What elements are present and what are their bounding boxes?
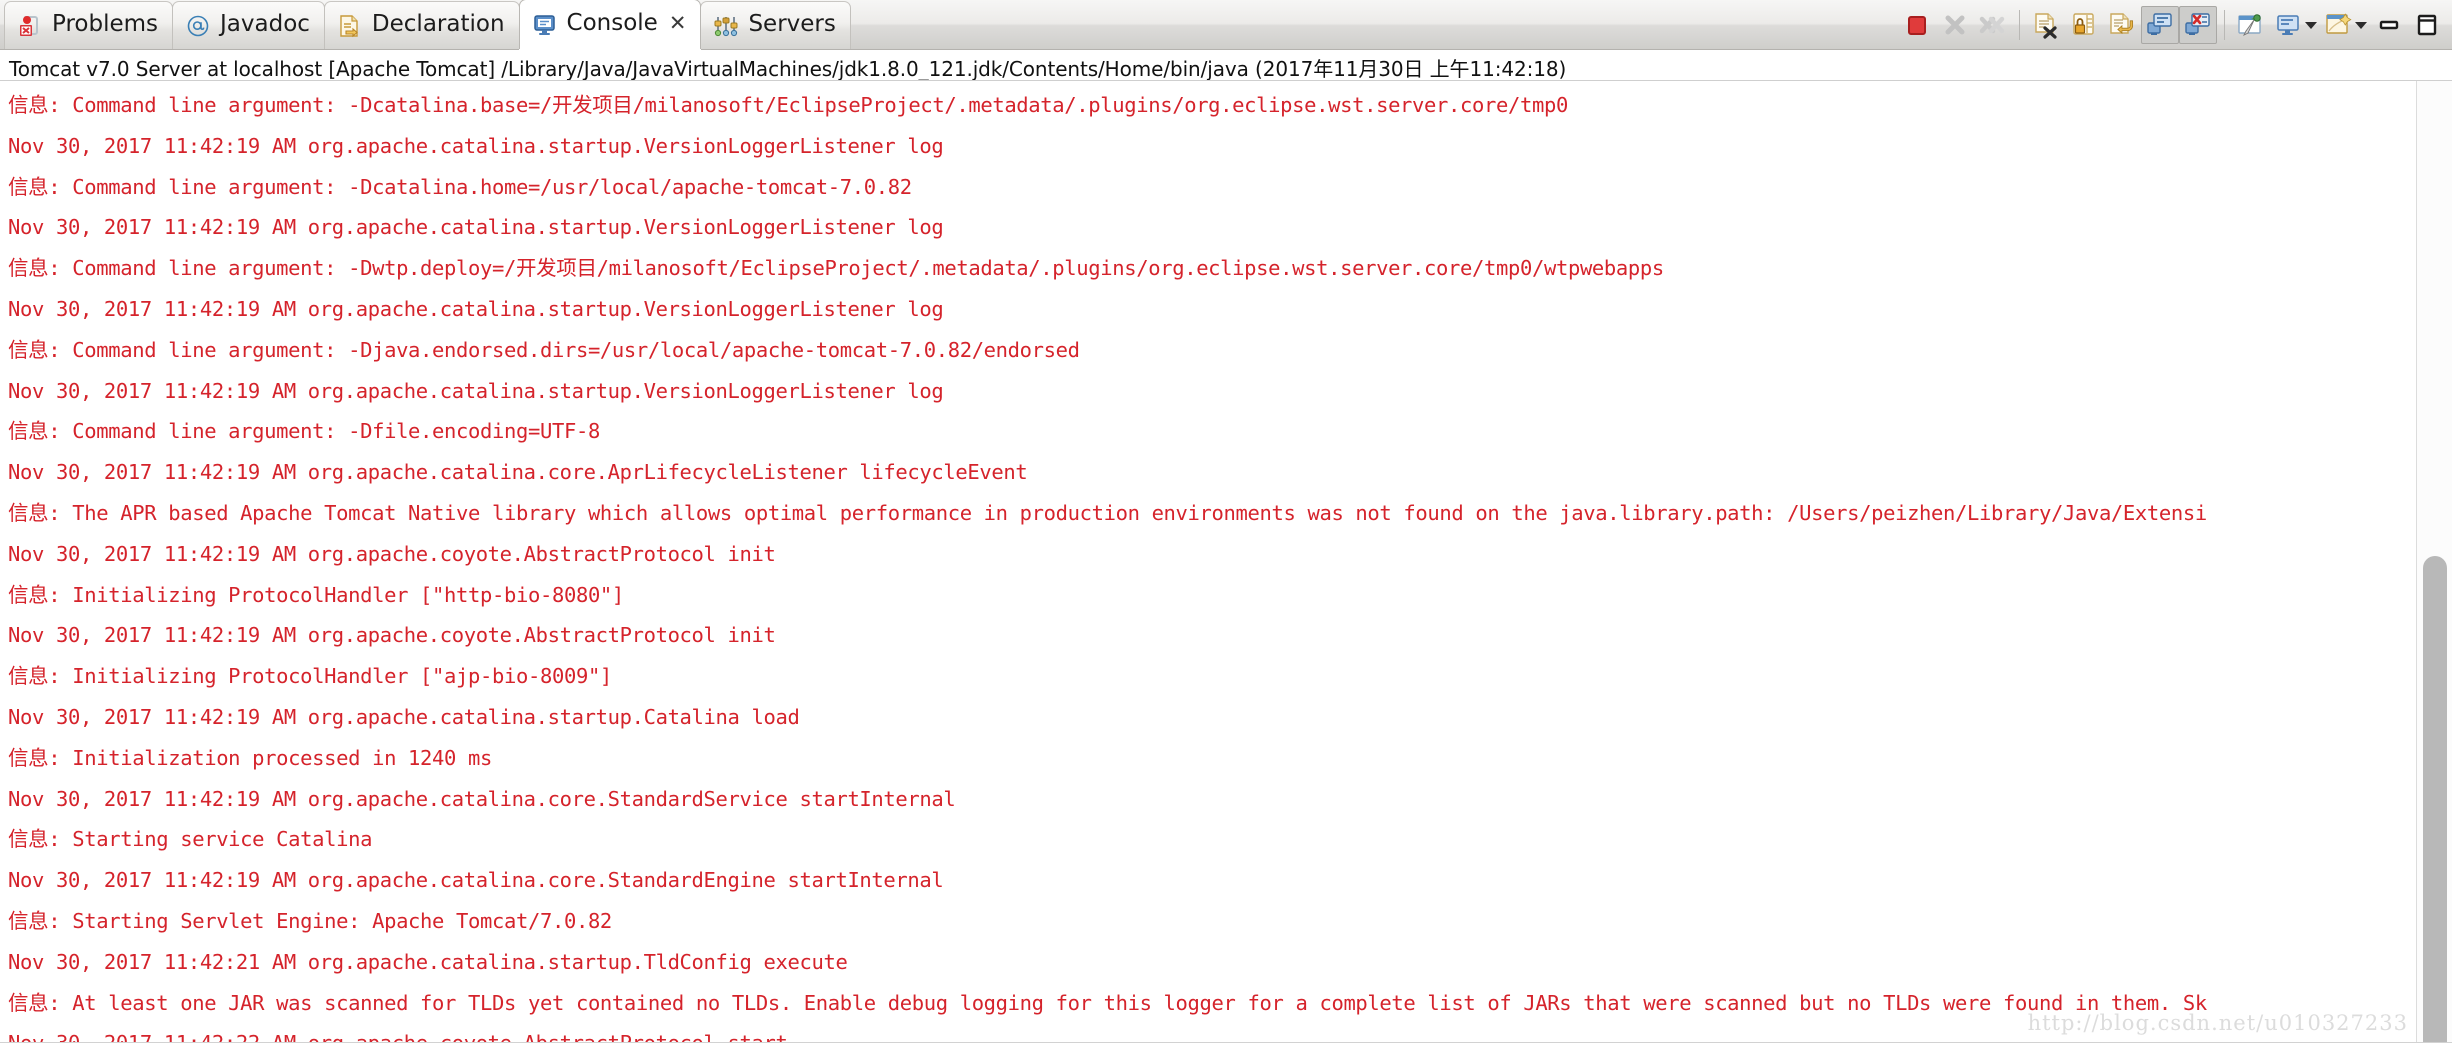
console-log-line: 信息: Initializing ProtocolHandler ["ajp-b… [8, 664, 612, 689]
console-log-line: 信息: The APR based Apache Tomcat Native l… [8, 500, 2207, 525]
console-log-line: Nov 30, 2017 11:42:19 AM org.apache.cata… [8, 215, 944, 240]
terminate-button[interactable] [1898, 6, 1936, 44]
console-icon [532, 12, 558, 38]
console-log-line: Nov 30, 2017 11:42:19 AM org.apache.cata… [8, 460, 1028, 485]
show-console-on-output-button[interactable] [2141, 6, 2179, 44]
console-log-line: Nov 30, 2017 11:42:19 AM org.apache.cata… [8, 704, 800, 729]
tab-declaration-label: Declaration [371, 11, 505, 37]
console-output-area[interactable]: 信息: Command line argument: -Dcatalina.ba… [0, 81, 2452, 1043]
servers-icon [713, 13, 739, 39]
tab-console-label: Console [566, 10, 658, 36]
console-toolbar [1898, 4, 2446, 46]
toolbar-separator [2019, 10, 2020, 40]
show-console-on-error-button[interactable] [2179, 6, 2217, 44]
eclipse-console-view: Problems Javadoc Declaration Console ✕ S… [0, 0, 2452, 1044]
clear-console-button[interactable] [2027, 6, 2065, 44]
tab-problems[interactable]: Problems [4, 1, 174, 49]
scroll-lock-button[interactable] [2065, 6, 2103, 44]
console-process-header: Tomcat v7.0 Server at localhost [Apache … [0, 50, 2452, 81]
console-log-line: 信息: Initializing ProtocolHandler ["http-… [8, 582, 624, 607]
console-log-line: Nov 30, 2017 11:42:19 AM org.apache.cata… [8, 786, 956, 811]
minimize-view-button[interactable] [2370, 6, 2408, 44]
console-log-line: 信息: Command line argument: -Djava.endors… [8, 337, 1080, 362]
toolbar-separator [2224, 10, 2225, 40]
console-log-line: Nov 30, 2017 11:42:19 AM org.apache.cata… [8, 378, 944, 403]
tab-javadoc[interactable]: Javadoc [172, 1, 325, 49]
console-log-line: 信息: Command line argument: -Dcatalina.ho… [8, 174, 912, 199]
console-log-line: 信息: Command line argument: -Dwtp.deploy=… [8, 256, 1664, 281]
console-log-line: Nov 30, 2017 11:42:19 AM org.apache.cata… [8, 868, 944, 893]
javadoc-icon [185, 13, 211, 39]
console-log-line: 信息: Command line argument: -Dfile.encodi… [8, 419, 600, 444]
tab-problems-label: Problems [52, 11, 159, 37]
open-console-button[interactable] [2320, 6, 2358, 44]
watermark-text: http://blog.csdn.net/u010327233 [2027, 1011, 2408, 1035]
view-tab-bar: Problems Javadoc Declaration Console ✕ S… [0, 0, 2452, 50]
bottom-border [0, 1042, 2452, 1043]
close-icon[interactable]: ✕ [669, 13, 687, 36]
console-log-line: 信息: Command line argument: -Dcatalina.ba… [8, 93, 1568, 117]
console-log-line: 信息: Initialization processed in 1240 ms [8, 745, 493, 770]
console-log-line: Nov 30, 2017 11:42:19 AM org.apache.coyo… [8, 623, 776, 648]
console-log-line: 信息: Starting service Catalina [8, 827, 373, 852]
tab-javadoc-label: Javadoc [220, 11, 310, 37]
pin-console-button[interactable] [2232, 6, 2270, 44]
problems-icon [17, 13, 43, 39]
tab-servers-label: Servers [748, 11, 836, 37]
tab-declaration[interactable]: Declaration [323, 1, 520, 49]
console-log-line: Nov 30, 2017 11:42:19 AM org.apache.coyo… [8, 541, 776, 566]
maximize-view-button[interactable] [2408, 6, 2446, 44]
tab-console[interactable]: Console ✕ [518, 0, 702, 49]
vertical-scrollbar-thumb[interactable] [2423, 556, 2447, 1043]
console-log-line: 信息: Starting Servlet Engine: Apache Tomc… [8, 908, 612, 933]
remove-all-launches-button [1974, 6, 2012, 44]
word-wrap-button[interactable] [2103, 6, 2141, 44]
console-log-line: Nov 30, 2017 11:42:19 AM org.apache.cata… [8, 133, 944, 158]
console-log-text[interactable]: 信息: Command line argument: -Dcatalina.ba… [0, 81, 2416, 1043]
console-log-line: Nov 30, 2017 11:42:21 AM org.apache.cata… [8, 949, 848, 974]
declaration-icon [337, 13, 363, 39]
vertical-scrollbar[interactable] [2416, 81, 2452, 1043]
remove-launch-button [1936, 6, 1974, 44]
tab-servers[interactable]: Servers [700, 1, 851, 49]
console-log-line: Nov 30, 2017 11:42:19 AM org.apache.cata… [8, 296, 944, 321]
display-selected-console-button[interactable] [2270, 6, 2308, 44]
